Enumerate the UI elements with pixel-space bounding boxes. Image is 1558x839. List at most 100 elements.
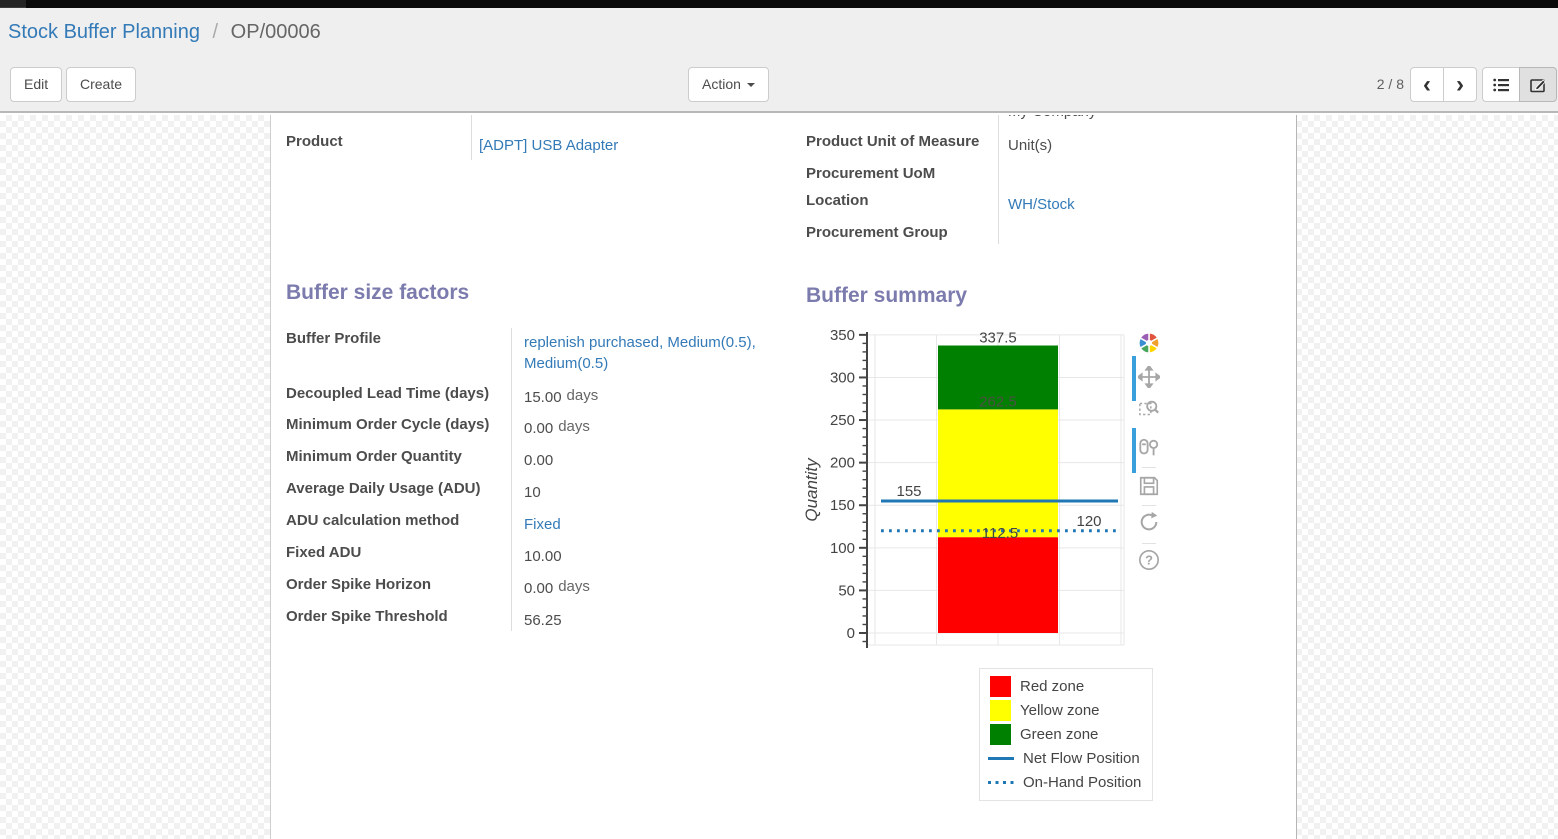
field-label: Average Daily Usage (ADU) [286,480,481,497]
chevron-right-icon: › [1456,70,1464,100]
modebar-accent-bar [1132,356,1136,401]
legend-label: Yellow zone [1020,702,1100,719]
view-switcher [1482,67,1557,102]
help-icon[interactable]: ? [1138,549,1160,571]
breadcrumb-parent-link[interactable]: Stock Buffer Planning [8,21,200,43]
svg-text:350: 350 [830,330,855,344]
legend-item[interactable]: Net Flow Position [980,747,1152,771]
pager-counter: 2 / 8 [1364,67,1404,102]
legend-label: On-Hand Position [1023,774,1141,791]
legend-label: Red zone [1020,678,1084,695]
buffer-factors-divider [511,328,512,631]
field-value-link[interactable]: Fixed [524,514,796,535]
svg-text:50: 50 [838,582,855,599]
field-label: Decoupled Lead Time (days) [286,385,489,402]
buffer-summary-title: Buffer summary [806,284,967,308]
breadcrumb-separator: / [213,21,219,43]
field-label: Product Unit of Measure [806,133,979,150]
create-button[interactable]: Create [66,67,136,102]
field-value: 0.00days [524,578,796,599]
field-label: Minimum Order Quantity [286,448,462,465]
action-dropdown-button[interactable]: Action [688,67,769,102]
legend-swatch [990,724,1011,745]
field-label: Product [286,133,343,150]
field-value: 15.00days [524,387,796,408]
field-value: 10 [524,482,796,503]
list-view-button[interactable] [1482,67,1520,102]
field-label: Fixed ADU [286,544,361,561]
field-label: Buffer Profile [286,330,381,347]
field-unit: days [567,387,599,404]
form-sheet: My Company Product [ADPT] USB Adapter Pro… [270,115,1297,839]
svg-text:100: 100 [830,540,855,557]
field-value-link[interactable]: WH/Stock [1008,194,1288,215]
svg-text:250: 250 [830,412,855,429]
modebar-divider [1142,467,1156,468]
svg-text:300: 300 [830,369,855,386]
field-value: Unit(s) [1008,135,1288,156]
pager-next-button[interactable]: › [1443,67,1477,102]
form-view-button[interactable] [1519,67,1557,102]
breadcrumb-current: OP/00006 [231,21,321,43]
svg-text:155: 155 [896,483,921,500]
modebar-divider [1142,543,1156,544]
chevron-left-icon: ‹ [1423,70,1431,100]
legend-line-solid [988,757,1014,760]
field-unit: days [558,418,590,435]
legend-label: Green zone [1020,726,1098,743]
form-view-icon [1530,77,1547,93]
modebar-accent-bar [1132,428,1136,473]
left-group-divider [471,115,472,160]
top-bar-segment [0,0,26,8]
action-label: Action [702,76,741,92]
field-label: Minimum Order Cycle (days) [286,416,489,433]
legend-swatch [990,676,1011,697]
field-value: 0.00days [524,418,796,439]
field-label: Procurement Group [806,224,948,241]
svg-text:0: 0 [847,625,855,642]
legend-item[interactable]: Yellow zone [980,698,1152,722]
field-value: 0.00 [524,450,796,471]
pan-icon[interactable] [1138,366,1160,388]
y-axis-label: Quantity [802,457,821,522]
box-zoom-icon[interactable] [1138,398,1160,420]
field-label: Procurement UoM [806,165,935,182]
right-group-divider [998,115,999,244]
svg-text:337.5: 337.5 [979,330,1017,347]
svg-text:262.5: 262.5 [979,393,1017,410]
svg-text:?: ? [1145,553,1153,568]
legend-item[interactable]: Green zone [980,722,1152,746]
pager-buttons: ‹ › [1410,67,1477,102]
legend-swatch [990,700,1011,721]
svg-text:200: 200 [830,455,855,472]
svg-text:120: 120 [1076,513,1101,530]
zoom-in-out-icon[interactable] [1138,437,1160,459]
plotly-logo-icon[interactable] [1138,332,1160,354]
svg-text:150: 150 [830,497,855,514]
breadcrumb: Stock Buffer Planning / OP/00006 [8,21,321,44]
field-value-link[interactable]: replenish purchased, Medium(0.5), Medium… [524,332,796,374]
reset-axes-icon[interactable] [1138,511,1160,533]
modebar-divider [1142,505,1156,506]
field-value: 56.25 [524,610,796,631]
form-view-background: My Company Product [ADPT] USB Adapter Pro… [0,115,1558,839]
list-view-icon [1493,77,1510,93]
control-panel: Stock Buffer Planning / OP/00006 Edit Cr… [0,8,1558,113]
company-field-value-clipped: My Company [1008,115,1096,122]
caret-down-icon [747,83,755,87]
legend-item[interactable]: Red zone [980,674,1152,698]
save-icon[interactable] [1138,475,1160,497]
legend-item[interactable]: On-Hand Position [980,771,1152,795]
field-label: Order Spike Threshold [286,608,448,625]
pager-prev-button[interactable]: ‹ [1410,67,1444,102]
buffer-size-factors-title: Buffer size factors [286,281,469,305]
svg-text:112.5: 112.5 [982,525,1018,542]
chart-legend: Red zone Yellow zone Green zone Net Flow Po… [979,668,1153,801]
field-value-link[interactable]: [ADPT] USB Adapter [479,135,779,156]
edit-button[interactable]: Edit [10,67,62,102]
field-unit: days [558,578,590,595]
field-label: Order Spike Horizon [286,576,431,593]
top-black-bar [0,0,1558,8]
buffer-summary-chart[interactable]: 337.5 262.5 155 120 112.5 0 50 100 150 200 250 300 3… [801,330,1137,662]
field-value: 10.00 [524,546,796,567]
